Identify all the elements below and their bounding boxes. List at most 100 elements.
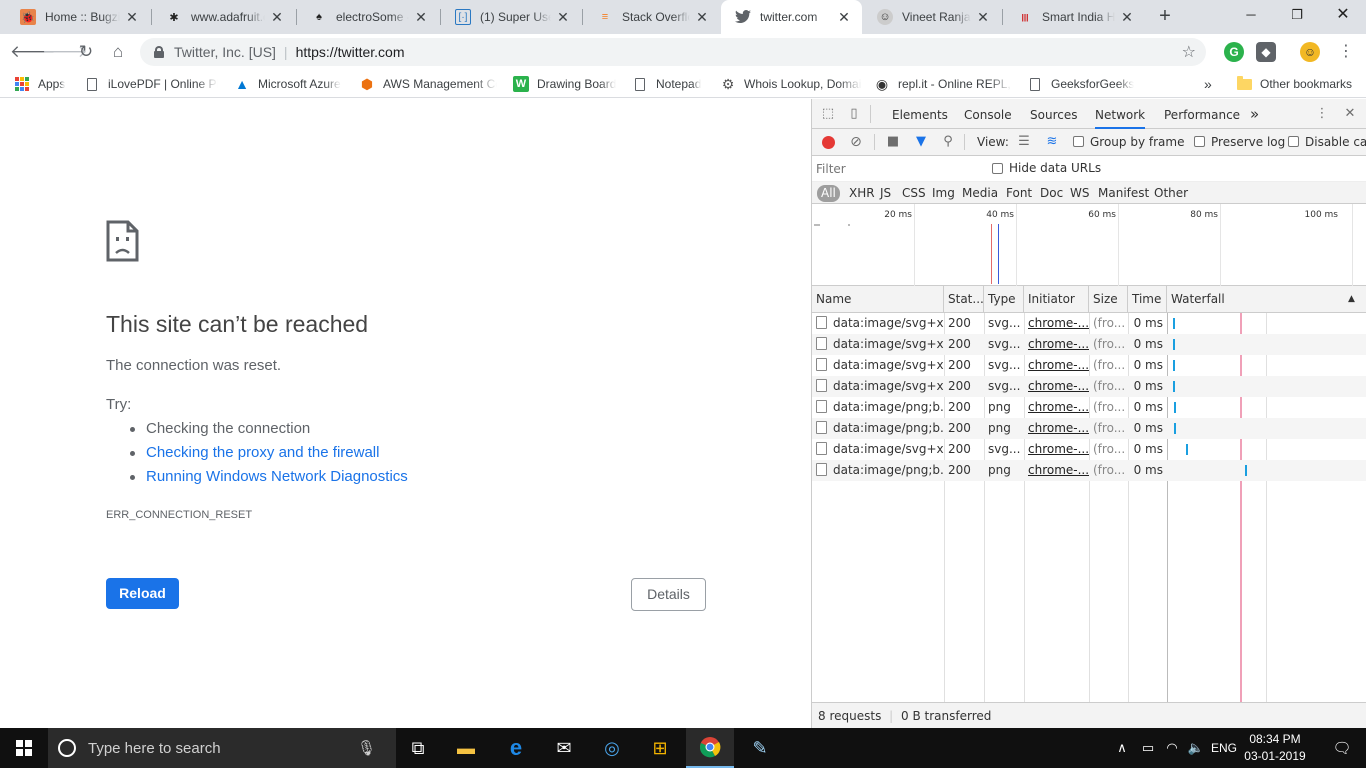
grammarly-icon[interactable]: G [1224, 42, 1244, 62]
close-tab-icon[interactable]: ✕ [836, 9, 852, 26]
column-header-type[interactable]: Type [984, 286, 1024, 313]
close-tab-icon[interactable]: ✕ [975, 9, 991, 26]
omnibox[interactable]: Twitter, Inc. [US] | https://twitter.com… [140, 38, 1206, 66]
devtools-tab-console[interactable]: Console [964, 99, 1012, 129]
record-icon[interactable] [822, 136, 835, 149]
tab-smart-india[interactable]: ||| Smart India Hackathon ✕ [1003, 0, 1145, 34]
clear-icon[interactable]: ⊘ [848, 134, 864, 150]
device-toolbar-icon[interactable]: ▯ [846, 106, 862, 122]
request-initiator[interactable]: chrome-... [1024, 355, 1089, 376]
battery-icon[interactable]: ▭ [1136, 728, 1160, 768]
bookmark-apps[interactable]: Apps [14, 75, 74, 93]
tab-adafruit[interactable]: ✱ www.adafruit.com ✕ [152, 0, 295, 34]
type-filter-media[interactable]: Media [958, 185, 1002, 202]
devtools-tab-network[interactable]: Network [1095, 99, 1146, 129]
more-tabs-chevron[interactable]: » [1250, 99, 1259, 129]
shield-extension-icon[interactable]: ◆ [1256, 42, 1276, 62]
tab-vineet-ranjan[interactable]: ☺ Vineet Ranjan ✕ [863, 0, 1001, 34]
maximize-button[interactable]: ❐ [1274, 0, 1320, 30]
chrome-taskbar-icon[interactable] [686, 728, 734, 768]
bookmark-geeksforgeeks[interactable]: GeeksforGeeks [1027, 75, 1139, 93]
hide-data-urls-checkbox[interactable] [992, 163, 1003, 174]
microphone-icon[interactable]: 🎙 [357, 739, 376, 757]
bookmark-drawing-board[interactable]: W Drawing Board [513, 75, 623, 93]
network-overview-timeline[interactable]: 20 ms 40 ms 60 ms 80 ms 100 ms [812, 204, 1366, 286]
sort-ascending-icon[interactable]: ▲ [1348, 294, 1355, 304]
type-filter-css[interactable]: CSS [898, 185, 930, 202]
type-filter-doc[interactable]: Doc [1036, 185, 1067, 202]
bookmark-whois[interactable]: ⚙ Whois Lookup, Domain [720, 75, 862, 93]
request-row[interactable]: data:image/png;b... 200 png chrome-... (fro.… [812, 418, 1366, 439]
profile-avatar-icon[interactable]: ☺ [1300, 42, 1320, 62]
bookmark-aws[interactable]: ⬢ AWS Management Console [359, 75, 497, 93]
group-by-frame-checkbox[interactable] [1073, 136, 1084, 147]
wifi-icon[interactable]: ◠ [1160, 728, 1184, 768]
bookmark-notepad[interactable]: Notepad [632, 75, 712, 93]
show-hidden-icons-chevron[interactable]: ∧ [1108, 728, 1136, 768]
tab-twitter[interactable]: twitter.com ✕ [721, 0, 862, 34]
request-initiator[interactable]: chrome-... [1024, 313, 1089, 334]
request-initiator[interactable]: chrome-... [1024, 334, 1089, 355]
request-initiator[interactable]: chrome-... [1024, 397, 1089, 418]
type-filter-all[interactable]: All [817, 185, 840, 202]
request-initiator[interactable]: chrome-... [1024, 376, 1089, 397]
task-view-icon[interactable]: ⧉ [394, 728, 442, 768]
request-initiator[interactable]: chrome-... [1024, 460, 1089, 481]
close-tab-icon[interactable]: ✕ [269, 9, 285, 26]
column-header-name[interactable]: Name [812, 286, 944, 313]
minimize-button[interactable]: ─ [1228, 0, 1274, 30]
request-initiator[interactable]: chrome-... [1024, 439, 1089, 460]
type-filter-manifest[interactable]: Manifest [1094, 185, 1153, 202]
type-filter-js[interactable]: JS [876, 185, 895, 202]
column-header-initiator[interactable]: Initiator [1024, 286, 1089, 313]
file-explorer-icon[interactable]: ▬ [442, 728, 490, 768]
column-header-waterfall[interactable]: Waterfall [1167, 286, 1366, 313]
close-devtools-icon[interactable]: ✕ [1342, 106, 1358, 122]
devtools-tab-sources[interactable]: Sources [1030, 99, 1077, 129]
tab-superuser[interactable]: [·] (1) Super User ✕ [441, 0, 581, 34]
more-bookmarks-chevron[interactable]: » [1204, 75, 1218, 93]
tab-electrosome[interactable]: ♠ electroSome - ✕ [297, 0, 439, 34]
bookmark-replit[interactable]: ◉ repl.it - Online REPL, Compiler [874, 75, 1012, 93]
request-row[interactable]: data:image/png;b... 200 png chrome-... (fro.… [812, 397, 1366, 418]
screenshot-camera-icon[interactable]: ■ [885, 134, 901, 150]
close-tab-icon[interactable]: ✕ [124, 9, 140, 26]
reload-button[interactable]: Reload [106, 578, 179, 609]
request-row[interactable]: data:image/png;b... 200 png chrome-... (fro.… [812, 460, 1366, 481]
home-icon[interactable]: ⌂ [106, 40, 130, 64]
search-icon[interactable]: ⚲ [940, 134, 956, 150]
devtools-tab-elements[interactable]: Elements [892, 99, 948, 129]
overview-icon[interactable]: ≋ [1044, 134, 1060, 150]
bookmark-azure[interactable]: ▲ Microsoft Azure [234, 75, 348, 93]
type-filter-font[interactable]: Font [1002, 185, 1036, 202]
notifications-icon[interactable]: 🗨 [1318, 728, 1366, 768]
close-tab-icon[interactable]: ✕ [413, 9, 429, 26]
windows-start-button[interactable] [0, 728, 48, 768]
type-filter-other[interactable]: Other [1150, 185, 1192, 202]
store-icon[interactable]: ⊞ [636, 728, 684, 768]
app-pen-icon[interactable]: ✎ [736, 728, 784, 768]
devtools-menu-icon[interactable]: ⋮ [1314, 106, 1330, 122]
request-row[interactable]: data:image/svg+x... 200 svg... chrome-... (f… [812, 376, 1366, 397]
url-text[interactable]: https://twitter.com [296, 44, 405, 60]
mail-icon[interactable]: ✉ [540, 728, 588, 768]
close-window-button[interactable]: ✕ [1320, 0, 1366, 30]
disable-cache-checkbox[interactable] [1288, 136, 1299, 147]
request-initiator[interactable]: chrome-... [1024, 418, 1089, 439]
suggestion-network-diagnostics-link[interactable]: Running Windows Network Diagnostics [106, 465, 408, 489]
request-row[interactable]: data:image/svg+x... 200 svg... chrome-... (f… [812, 439, 1366, 460]
back-button[interactable]: 🡐 [10, 40, 56, 64]
request-row[interactable]: data:image/svg+x... 200 svg... chrome-... (f… [812, 334, 1366, 355]
request-row[interactable]: data:image/svg+x... 200 svg... chrome-... (f… [812, 355, 1366, 376]
bookmark-star-icon[interactable]: ☆ [1182, 42, 1196, 62]
column-header-status[interactable]: Stat... [944, 286, 984, 313]
filter-input[interactable] [816, 160, 980, 178]
close-tab-icon[interactable]: ✕ [555, 9, 571, 26]
filter-funnel-icon[interactable]: ▼ [913, 134, 929, 150]
language-indicator[interactable]: ENG [1208, 728, 1240, 768]
system-clock[interactable]: 08:34 PM 03-01-2019 [1240, 731, 1310, 765]
column-header-time[interactable]: Time [1128, 286, 1167, 313]
chrome-menu-icon[interactable]: ⋮ [1334, 40, 1358, 64]
edge-browser-icon[interactable]: e [492, 728, 540, 768]
close-tab-icon[interactable]: ✕ [1119, 9, 1135, 26]
